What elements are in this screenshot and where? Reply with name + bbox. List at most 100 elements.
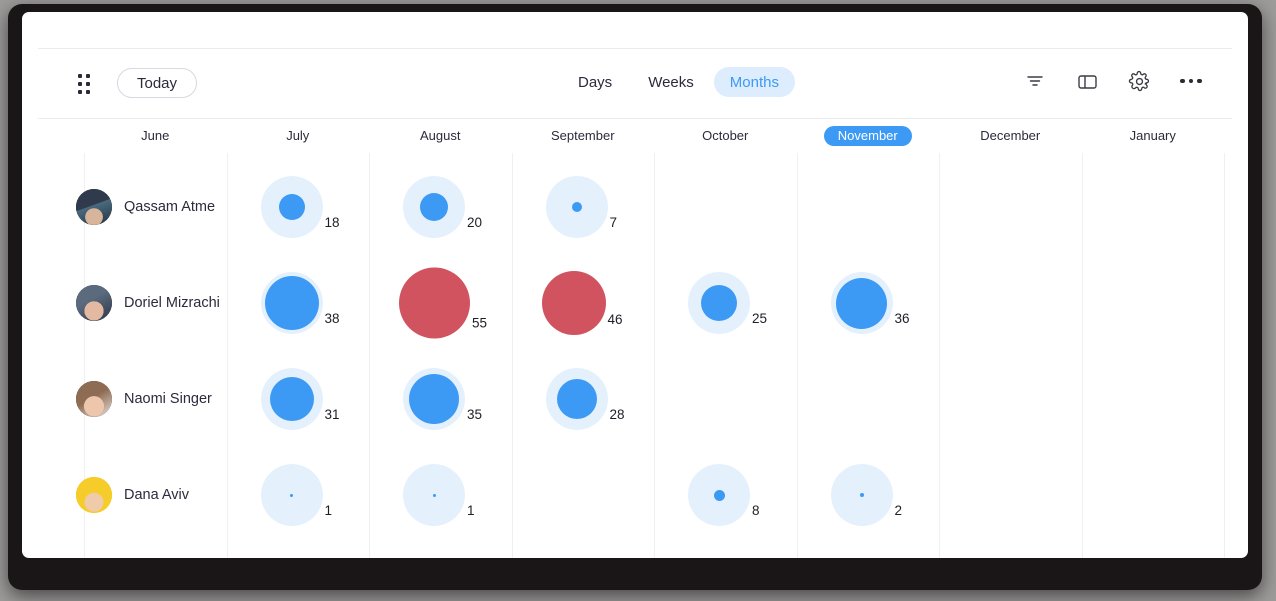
load-cell[interactable] [939, 351, 1082, 447]
capacity-halo [260, 272, 323, 334]
tab-months[interactable]: Months [713, 67, 795, 97]
load-bubble[interactable]: 35 [403, 368, 482, 430]
filter-icon[interactable] [1020, 66, 1050, 96]
toolbar: Today Days Weeks Months [38, 49, 1232, 119]
load-bubble[interactable]: 25 [688, 272, 767, 334]
load-bubble[interactable]: 28 [545, 368, 625, 430]
load-value-label: 38 [324, 311, 340, 326]
load-bubble[interactable]: 7 [545, 176, 618, 238]
load-cell[interactable]: 38 [227, 255, 370, 351]
month-header-label: June [141, 128, 170, 143]
table-row: Qassam Atme 18 20 7 [38, 159, 1232, 255]
month-header-label: November [823, 126, 912, 146]
capacity-halo [403, 464, 465, 526]
tab-days[interactable]: Days [562, 67, 628, 97]
load-cell[interactable]: 31 [227, 351, 370, 447]
month-header-label: December [980, 128, 1041, 143]
load-bubble[interactable]: 31 [260, 368, 340, 430]
load-indicator [264, 276, 319, 330]
load-cell[interactable] [797, 159, 940, 255]
load-indicator [278, 194, 305, 220]
load-cell[interactable]: 36 [797, 255, 940, 351]
load-value-label: 36 [894, 311, 910, 326]
tab-weeks[interactable]: Weeks [632, 67, 710, 97]
load-cell[interactable] [939, 159, 1082, 255]
card-inner: Today Days Weeks Months June July August… [38, 12, 1232, 558]
load-bubble[interactable]: 36 [830, 272, 910, 334]
load-bubble[interactable]: 2 [830, 464, 903, 526]
more-options-icon[interactable] [1176, 66, 1206, 96]
month-header-june[interactable]: June [84, 125, 227, 147]
load-cell[interactable]: 25 [654, 255, 797, 351]
month-header-december[interactable]: December [939, 125, 1082, 147]
capacity-halo [545, 368, 608, 430]
load-value-label: 1 [467, 503, 475, 518]
load-indicator [420, 193, 448, 221]
load-cell[interactable] [1082, 351, 1225, 447]
load-cell[interactable] [939, 255, 1082, 351]
load-cell[interactable] [654, 159, 797, 255]
load-value-label: 28 [609, 407, 625, 422]
load-value-label: 55 [472, 315, 488, 331]
load-bubble[interactable]: 18 [260, 176, 340, 238]
load-cell[interactable]: 2 [797, 447, 940, 543]
load-value-label: 7 [609, 215, 618, 230]
load-cell[interactable] [84, 447, 227, 543]
load-bubble[interactable]: 1 [260, 464, 332, 526]
capacity-halo [260, 176, 323, 238]
capacity-halo [260, 368, 323, 430]
panel-toggle-icon[interactable] [1072, 66, 1102, 96]
load-bubble[interactable]: 38 [260, 272, 340, 334]
load-bubble[interactable]: 55 [399, 267, 488, 339]
capacity-halo [403, 176, 465, 238]
today-button[interactable]: Today [117, 68, 198, 98]
load-cell[interactable]: 18 [227, 159, 370, 255]
load-cell[interactable]: 8 [654, 447, 797, 543]
load-value-label: 8 [752, 503, 760, 518]
capacity-halo [830, 464, 893, 526]
load-cell[interactable]: 7 [512, 159, 655, 255]
load-bubble[interactable]: 46 [541, 271, 623, 335]
settings-gear-icon[interactable] [1124, 66, 1154, 96]
load-cell[interactable] [1082, 159, 1225, 255]
load-value-label: 20 [467, 215, 483, 230]
capacity-halo [260, 464, 323, 526]
load-indicator [701, 285, 737, 321]
load-indicator [713, 489, 725, 501]
table-row: Doriel Mizrachi 38 55 46 25 36 [38, 255, 1232, 351]
load-cell[interactable]: 28 [512, 351, 655, 447]
load-value-label: 2 [894, 503, 903, 518]
grip-dots-icon[interactable] [78, 74, 94, 94]
load-cell[interactable]: 1 [369, 447, 512, 543]
month-header-september[interactable]: September [512, 125, 655, 147]
load-cell[interactable]: 35 [369, 351, 512, 447]
month-header-label: September [550, 128, 615, 143]
load-cell[interactable]: 46 [512, 255, 655, 351]
load-value-label: 46 [607, 312, 623, 327]
screen: Today Days Weeks Months June July August… [0, 0, 1276, 601]
load-cell[interactable]: 1 [227, 447, 370, 543]
month-header-august[interactable]: August [369, 125, 512, 147]
view-mode-switcher: Days Weeks Months [562, 67, 795, 97]
load-cell[interactable] [84, 159, 227, 255]
load-value-label: 35 [467, 407, 483, 422]
load-indicator [556, 379, 597, 419]
load-cell[interactable] [1082, 255, 1225, 351]
month-header-november[interactable]: November [797, 125, 940, 147]
load-cell[interactable]: 20 [369, 159, 512, 255]
month-header-january[interactable]: January [1082, 125, 1225, 147]
load-cell[interactable] [654, 351, 797, 447]
month-header-july[interactable]: July [227, 125, 370, 147]
load-bubble[interactable]: 1 [403, 464, 475, 526]
load-cell[interactable] [84, 351, 227, 447]
load-cell[interactable] [84, 255, 227, 351]
load-cell[interactable] [512, 447, 655, 543]
load-indicator [409, 374, 459, 424]
month-header-october[interactable]: October [654, 125, 797, 147]
load-bubble[interactable]: 20 [403, 176, 482, 238]
load-cell[interactable] [797, 351, 940, 447]
load-cell[interactable]: 55 [369, 255, 512, 351]
load-bubble[interactable]: 8 [688, 464, 760, 526]
load-cell[interactable] [939, 447, 1082, 543]
load-cell[interactable] [1082, 447, 1225, 543]
